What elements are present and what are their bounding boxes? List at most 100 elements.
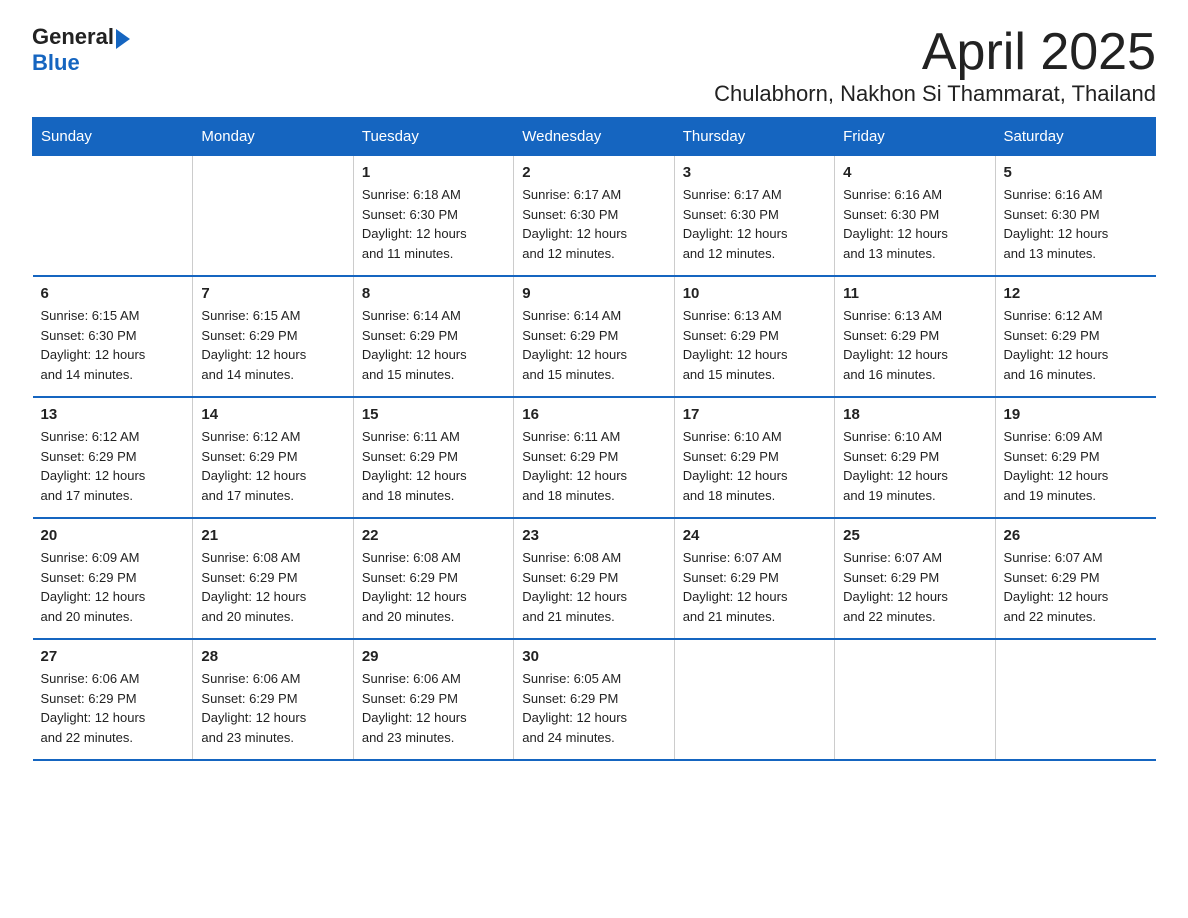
calendar-cell: 15Sunrise: 6:11 AMSunset: 6:29 PMDayligh…: [353, 397, 513, 518]
calendar-cell: 14Sunrise: 6:12 AMSunset: 6:29 PMDayligh…: [193, 397, 353, 518]
day-info: Sunrise: 6:11 AMSunset: 6:29 PMDaylight:…: [522, 427, 665, 505]
logo-arrow-icon: [116, 29, 130, 49]
calendar-cell: 5Sunrise: 6:16 AMSunset: 6:30 PMDaylight…: [995, 156, 1155, 277]
weekday-header-saturday: Saturday: [995, 118, 1155, 156]
calendar-cell: [674, 639, 834, 760]
day-number: 16: [522, 406, 665, 423]
calendar-week-3: 13 Sunrise: 6:12 AMSunset: 6:29 PMDayligh…: [33, 397, 1156, 518]
location-title: Chulabhorn, Nakhon Si Thammarat, Thailan…: [714, 81, 1156, 107]
day-number: 1: [362, 164, 505, 181]
day-info: Sunrise: 6:07 AMSunset: 6:29 PMDaylight:…: [683, 548, 826, 626]
title-block: April 2025 Chulabhorn, Nakhon Si Thammar…: [714, 24, 1156, 107]
calendar-cell: 4 Sunrise: 6:16 AMSunset: 6:30 PMDaylight…: [835, 156, 995, 277]
calendar-cell: 1 Sunrise: 6:18 AMSunset: 6:30 PMDaylight…: [353, 156, 513, 277]
day-number: 24: [683, 527, 826, 544]
day-number: 22: [362, 527, 505, 544]
calendar-cell: 6 Sunrise: 6:15 AMSunset: 6:30 PMDaylight…: [33, 276, 193, 397]
day-number: 21: [201, 527, 344, 544]
day-number: 4: [843, 164, 986, 181]
calendar-cell: 30 Sunrise: 6:05 AMSunset: 6:29 PMDayligh…: [514, 639, 674, 760]
calendar-cell: 7Sunrise: 6:15 AMSunset: 6:29 PMDaylight…: [193, 276, 353, 397]
day-info: Sunrise: 6:17 AMSunset: 6:30 PMDaylight:…: [522, 185, 665, 263]
day-number: 3: [683, 164, 826, 181]
day-info: Sunrise: 6:06 AMSunset: 6:29 PMDaylight:…: [201, 669, 344, 747]
day-number: 2: [522, 164, 665, 181]
day-info: Sunrise: 6:14 AMSunset: 6:29 PMDaylight:…: [362, 306, 505, 384]
day-number: 15: [362, 406, 505, 423]
logo-general: General: [32, 24, 114, 50]
calendar-cell: 16 Sunrise: 6:11 AMSunset: 6:29 PMDayligh…: [514, 397, 674, 518]
month-title: April 2025: [714, 24, 1156, 81]
calendar-cell: 3 Sunrise: 6:17 AMSunset: 6:30 PMDaylight…: [674, 156, 834, 277]
calendar-cell: 21 Sunrise: 6:08 AMSunset: 6:29 PMDayligh…: [193, 518, 353, 639]
calendar-cell: 20 Sunrise: 6:09 AMSunset: 6:29 PMDayligh…: [33, 518, 193, 639]
calendar-cell: 17 Sunrise: 6:10 AMSunset: 6:29 PMDayligh…: [674, 397, 834, 518]
calendar-cell: 26 Sunrise: 6:07 AMSunset: 6:29 PMDayligh…: [995, 518, 1155, 639]
weekday-header-wednesday: Wednesday: [514, 118, 674, 156]
day-info: Sunrise: 6:14 AMSunset: 6:29 PMDaylight:…: [522, 306, 665, 384]
day-number: 10: [683, 285, 826, 302]
calendar-week-5: 27 Sunrise: 6:06 AMSunset: 6:29 PMDayligh…: [33, 639, 1156, 760]
calendar-cell: 10 Sunrise: 6:13 AMSunset: 6:29 PMDayligh…: [674, 276, 834, 397]
calendar-table: SundayMondayTuesdayWednesdayThursdayFrid…: [32, 117, 1156, 761]
day-info: Sunrise: 6:10 AMSunset: 6:29 PMDaylight:…: [683, 427, 826, 505]
day-number: 26: [1004, 527, 1148, 544]
calendar-cell: [835, 639, 995, 760]
weekday-header-monday: Monday: [193, 118, 353, 156]
calendar-cell: 9 Sunrise: 6:14 AMSunset: 6:29 PMDaylight…: [514, 276, 674, 397]
day-number: 7: [201, 285, 344, 302]
calendar-cell: 18Sunrise: 6:10 AMSunset: 6:29 PMDayligh…: [835, 397, 995, 518]
day-info: Sunrise: 6:12 AMSunset: 6:29 PMDaylight:…: [201, 427, 344, 505]
day-number: 25: [843, 527, 986, 544]
calendar-cell: [33, 156, 193, 277]
day-info: Sunrise: 6:05 AMSunset: 6:29 PMDaylight:…: [522, 669, 665, 747]
weekday-header-tuesday: Tuesday: [353, 118, 513, 156]
day-info: Sunrise: 6:18 AMSunset: 6:30 PMDaylight:…: [362, 185, 505, 263]
calendar-week-2: 6 Sunrise: 6:15 AMSunset: 6:30 PMDaylight…: [33, 276, 1156, 397]
calendar-week-1: 1 Sunrise: 6:18 AMSunset: 6:30 PMDaylight…: [33, 156, 1156, 277]
logo-blue: Blue: [32, 50, 130, 76]
day-number: 13: [41, 406, 185, 423]
day-info: Sunrise: 6:08 AMSunset: 6:29 PMDaylight:…: [362, 548, 505, 626]
day-info: Sunrise: 6:16 AMSunset: 6:30 PMDaylight:…: [843, 185, 986, 263]
day-number: 11: [843, 285, 986, 302]
calendar-cell: 23Sunrise: 6:08 AMSunset: 6:29 PMDayligh…: [514, 518, 674, 639]
day-number: 18: [843, 406, 986, 423]
calendar-header: SundayMondayTuesdayWednesdayThursdayFrid…: [33, 118, 1156, 156]
day-info: Sunrise: 6:13 AMSunset: 6:29 PMDaylight:…: [683, 306, 826, 384]
day-number: 23: [522, 527, 665, 544]
day-info: Sunrise: 6:17 AMSunset: 6:30 PMDaylight:…: [683, 185, 826, 263]
day-number: 6: [41, 285, 185, 302]
day-info: Sunrise: 6:09 AMSunset: 6:29 PMDaylight:…: [1004, 427, 1148, 505]
day-info: Sunrise: 6:12 AMSunset: 6:29 PMDaylight:…: [1004, 306, 1148, 384]
day-info: Sunrise: 6:06 AMSunset: 6:29 PMDaylight:…: [362, 669, 505, 747]
calendar-cell: 12 Sunrise: 6:12 AMSunset: 6:29 PMDayligh…: [995, 276, 1155, 397]
logo: General Blue: [32, 24, 130, 76]
day-number: 27: [41, 648, 185, 665]
day-number: 9: [522, 285, 665, 302]
day-number: 17: [683, 406, 826, 423]
calendar-cell: 22 Sunrise: 6:08 AMSunset: 6:29 PMDayligh…: [353, 518, 513, 639]
day-number: 19: [1004, 406, 1148, 423]
day-info: Sunrise: 6:07 AMSunset: 6:29 PMDaylight:…: [1004, 548, 1148, 626]
calendar-cell: [193, 156, 353, 277]
calendar-cell: 28 Sunrise: 6:06 AMSunset: 6:29 PMDayligh…: [193, 639, 353, 760]
day-number: 30: [522, 648, 665, 665]
calendar-cell: 2 Sunrise: 6:17 AMSunset: 6:30 PMDaylight…: [514, 156, 674, 277]
calendar-cell: 27Sunrise: 6:06 AMSunset: 6:29 PMDayligh…: [33, 639, 193, 760]
day-info: Sunrise: 6:08 AMSunset: 6:29 PMDaylight:…: [201, 548, 344, 626]
day-number: 8: [362, 285, 505, 302]
day-number: 12: [1004, 285, 1148, 302]
day-info: Sunrise: 6:09 AMSunset: 6:29 PMDaylight:…: [41, 548, 185, 626]
weekday-header-friday: Friday: [835, 118, 995, 156]
weekday-header-thursday: Thursday: [674, 118, 834, 156]
calendar-cell: 29Sunrise: 6:06 AMSunset: 6:29 PMDayligh…: [353, 639, 513, 760]
day-info: Sunrise: 6:15 AMSunset: 6:30 PMDaylight:…: [41, 306, 185, 384]
day-number: 5: [1004, 164, 1148, 181]
day-number: 20: [41, 527, 185, 544]
calendar-cell: 24 Sunrise: 6:07 AMSunset: 6:29 PMDayligh…: [674, 518, 834, 639]
calendar-cell: 11Sunrise: 6:13 AMSunset: 6:29 PMDayligh…: [835, 276, 995, 397]
day-info: Sunrise: 6:07 AMSunset: 6:29 PMDaylight:…: [843, 548, 986, 626]
calendar-cell: 8 Sunrise: 6:14 AMSunset: 6:29 PMDaylight…: [353, 276, 513, 397]
day-number: 28: [201, 648, 344, 665]
